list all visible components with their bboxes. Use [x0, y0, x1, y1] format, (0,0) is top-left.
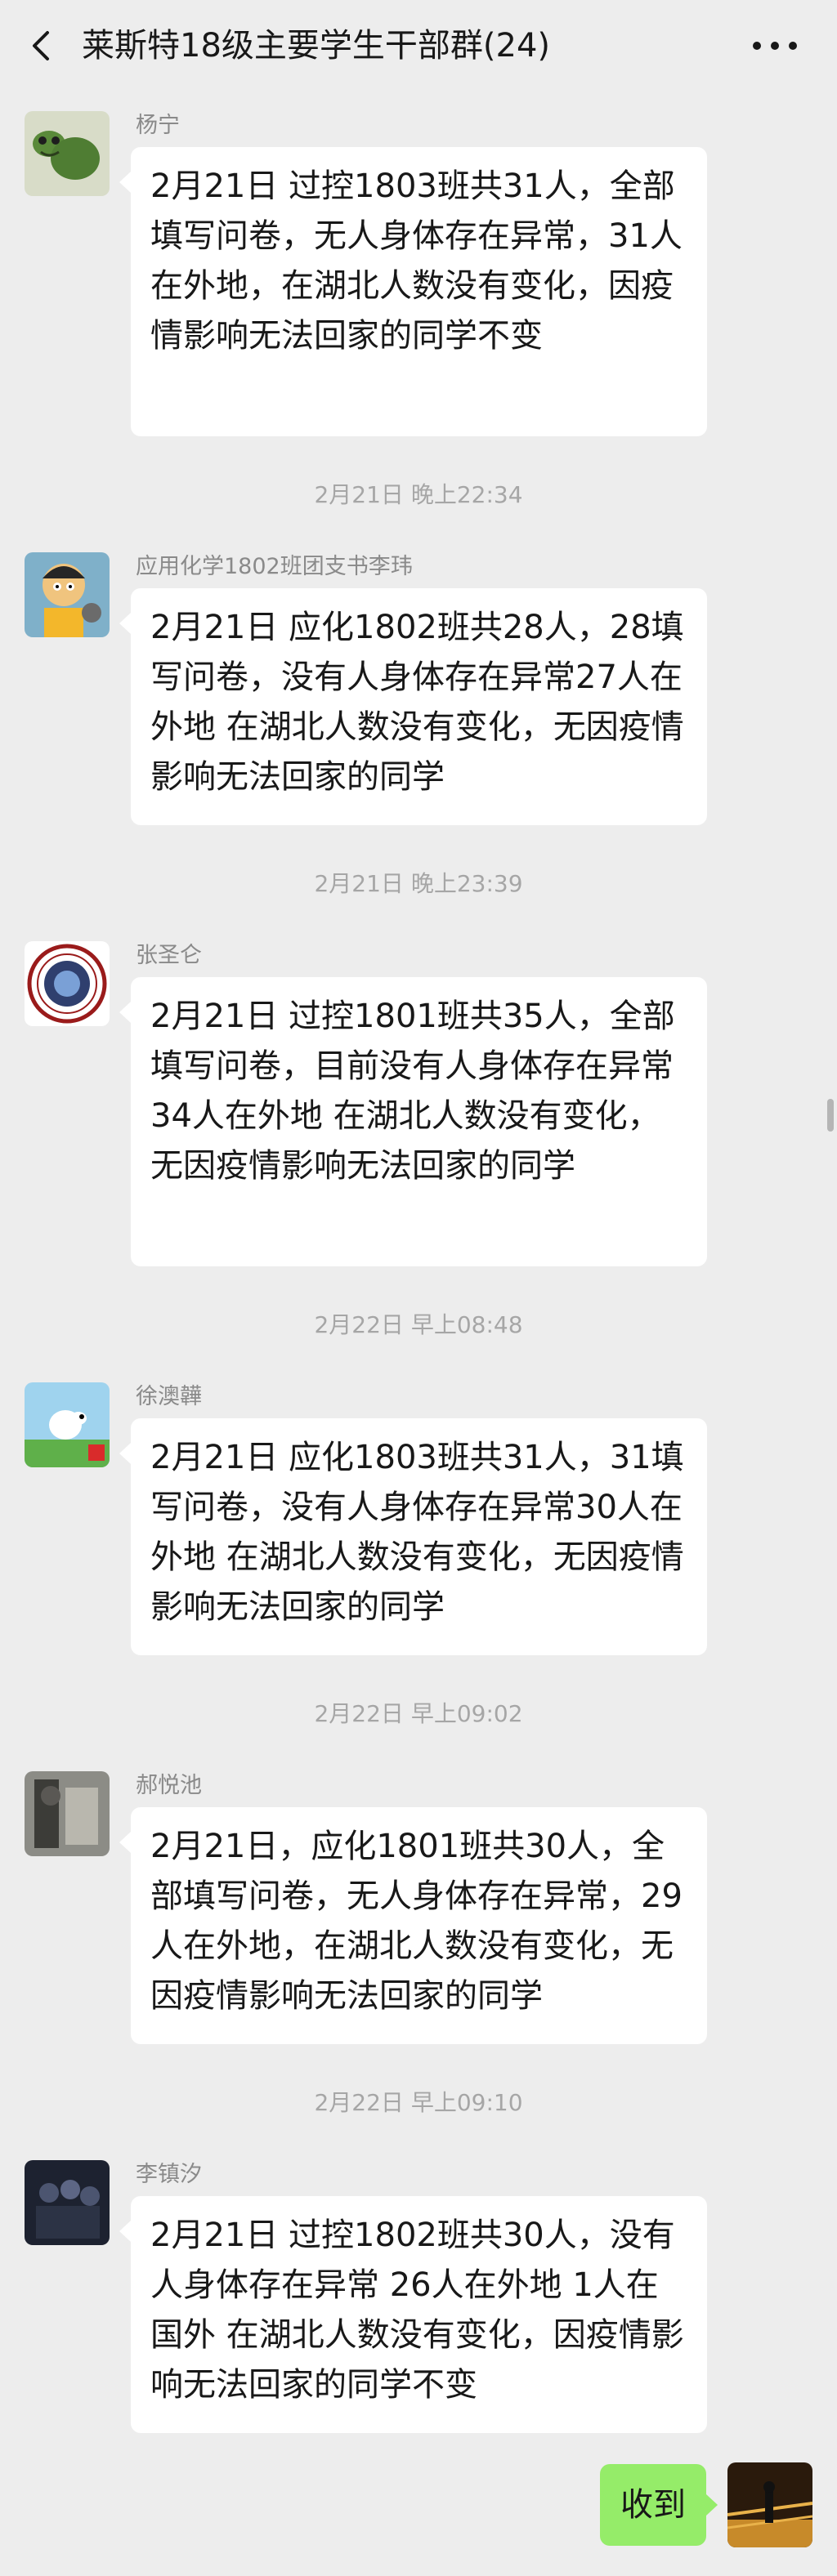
- sender-name: 郝悦池: [136, 1773, 202, 1798]
- avatar[interactable]: [25, 1382, 110, 1467]
- timestamp: 2月21日 晚上23:39: [314, 870, 523, 897]
- scrollbar[interactable]: [827, 1099, 834, 1132]
- timestamp: 2月22日 早上09:10: [314, 2089, 523, 2116]
- timestamp: 2月21日 晚上22:34: [314, 481, 523, 508]
- sender-name: 应用化学1802班团支书李玮: [136, 554, 413, 579]
- chat-title: 莱斯特18级主要学生干部群(24): [82, 27, 551, 65]
- timestamp: 2月22日 早上09:02: [314, 1700, 523, 1727]
- sender-name: 张圣仑: [136, 943, 202, 968]
- message-bubble[interactable]: 2月21日 过控1802班共30人，没有人身体存在异常 26人在外地 1人在国外…: [119, 2196, 707, 2433]
- message-bubble[interactable]: 2月21日 应化1803班共31人，31填写问卷，没有人身体存在异常30人在外地…: [119, 1418, 707, 1655]
- message-bubble[interactable]: 2月21日 过控1803班共31人，全部填写问卷，无人身体存在异常，31人在外地…: [119, 147, 707, 436]
- more-dots-icon[interactable]: [749, 29, 801, 62]
- avatar[interactable]: [25, 941, 110, 1026]
- message-bubble[interactable]: 2月21日 应化1802班共28人，28填写问卷，没有人身体存在异常27人在外地…: [119, 588, 707, 825]
- chat-header: 莱斯特18级主要学生干部群(24): [0, 0, 837, 95]
- sender-name: 李镇汐: [136, 2162, 202, 2187]
- message-bubble[interactable]: 2月21日 过控1801班共35人，全部填写问卷，目前没有人身体存在异常 34人…: [119, 977, 707, 1266]
- avatar[interactable]: [25, 552, 110, 637]
- sender-name: 徐澳韡: [136, 1384, 202, 1409]
- avatar[interactable]: [25, 1771, 110, 1856]
- avatar[interactable]: [25, 111, 110, 196]
- sender-name: 杨宁: [136, 113, 180, 138]
- message-bubble[interactable]: 2月21日，应化1801班共30人，全部填写问卷，无人身体存在异常，29人在外地…: [119, 1807, 707, 2044]
- timestamp: 2月22日 早上08:48: [314, 1311, 523, 1338]
- self-avatar[interactable]: [727, 2462, 812, 2547]
- chevron-left-icon[interactable]: [25, 28, 60, 64]
- self-message-bubble[interactable]: 收到: [600, 2464, 718, 2546]
- avatar[interactable]: [25, 2160, 110, 2245]
